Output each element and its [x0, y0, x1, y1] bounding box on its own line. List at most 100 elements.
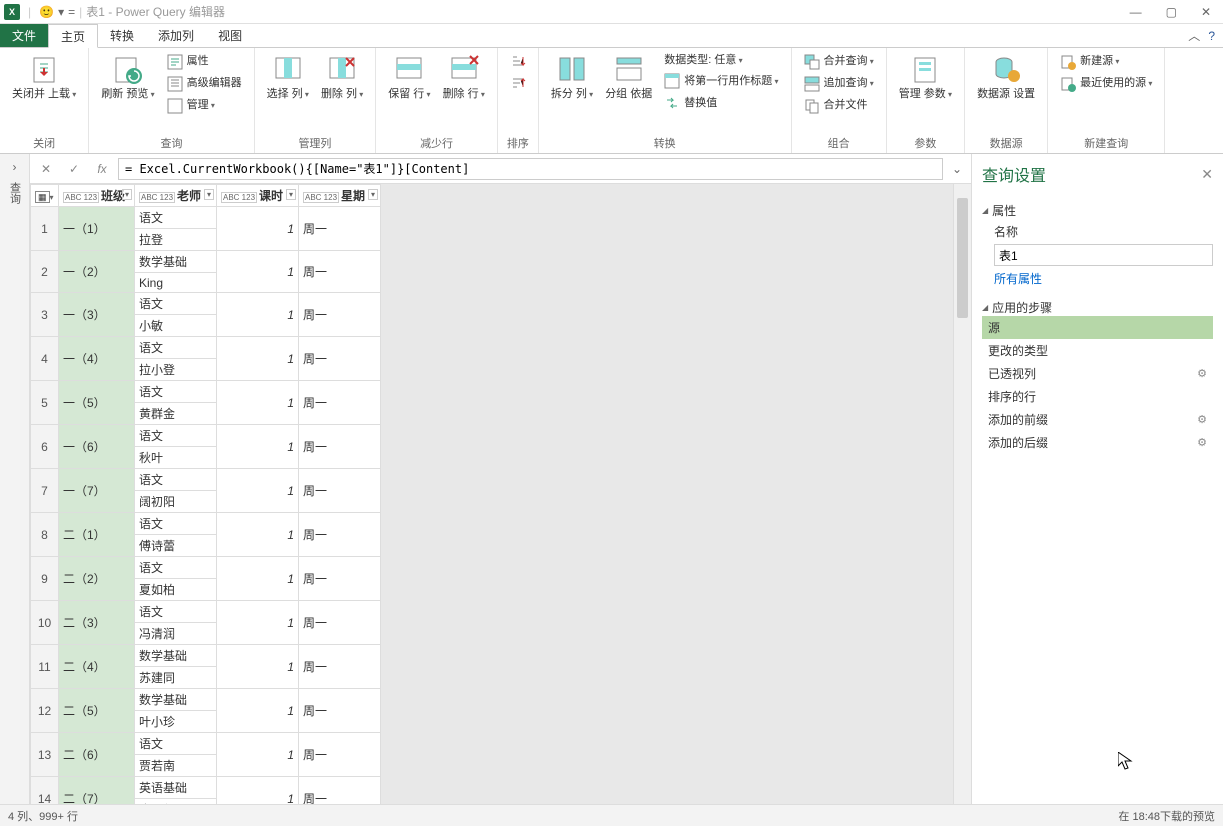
help-icon[interactable]: ?	[1208, 29, 1215, 43]
query-name-input[interactable]	[994, 244, 1213, 266]
formula-input[interactable]	[118, 158, 943, 180]
use-first-row-headers-button[interactable]: 将第一行用作标题	[660, 71, 782, 91]
formula-accept-icon[interactable]: ✓	[62, 162, 86, 176]
cell-class[interactable]: 二（7）	[59, 777, 135, 805]
combine-files-button[interactable]: 合并文件	[800, 96, 878, 116]
all-properties-link[interactable]: 所有属性	[994, 270, 1042, 287]
cell-teacher[interactable]: 秋叶	[135, 447, 217, 469]
cell-weekday[interactable]: 周一	[299, 645, 381, 689]
cell-subject[interactable]: 语文	[135, 601, 217, 623]
applied-step[interactable]: 添加的后缀⚙	[982, 431, 1213, 454]
remove-rows-button[interactable]: 删除 行	[439, 52, 489, 103]
data-type-button[interactable]: 数据类型: 任意	[660, 52, 782, 69]
new-source-button[interactable]: 新建源	[1056, 52, 1156, 72]
cell-class[interactable]: 一（3）	[59, 293, 135, 337]
choose-columns-button[interactable]: 选择 列	[263, 52, 313, 103]
cell-weekday[interactable]: 周一	[299, 601, 381, 645]
gear-icon[interactable]: ⚙	[1197, 413, 1207, 426]
cell-weekday[interactable]: 周一	[299, 469, 381, 513]
cell-teacher[interactable]: King	[135, 273, 217, 293]
cell-period[interactable]: 1	[217, 557, 299, 601]
cell-teacher[interactable]: 夏如柏	[135, 579, 217, 601]
cell-weekday[interactable]: 周一	[299, 557, 381, 601]
close-pane-icon[interactable]: ✕	[1201, 166, 1213, 183]
split-column-button[interactable]: 拆分 列	[547, 52, 597, 103]
cell-teacher[interactable]: 黄群金	[135, 403, 217, 425]
cell-subject[interactable]: 语文	[135, 557, 217, 579]
close-button[interactable]: ✕	[1201, 5, 1211, 19]
recent-sources-button[interactable]: 最近使用的源	[1056, 74, 1156, 94]
sort-asc-button[interactable]	[506, 52, 530, 72]
cell-period[interactable]: 1	[217, 337, 299, 381]
column-header-period[interactable]: ABC 123课时▾	[217, 185, 299, 207]
advanced-editor-button[interactable]: 高级编辑器	[163, 74, 246, 94]
cell-period[interactable]: 1	[217, 513, 299, 557]
table-row[interactable]: 1一（1）语文1周一	[31, 207, 381, 229]
merge-queries-button[interactable]: 合并查询	[800, 52, 878, 72]
vertical-scrollbar[interactable]	[953, 184, 971, 804]
cell-period[interactable]: 1	[217, 689, 299, 733]
cell-period[interactable]: 1	[217, 469, 299, 513]
cell-weekday[interactable]: 周一	[299, 337, 381, 381]
table-row[interactable]: 13二（6）语文1周一	[31, 733, 381, 755]
cell-period[interactable]: 1	[217, 381, 299, 425]
table-row[interactable]: 2一（2）数学基础1周一	[31, 251, 381, 273]
cell-weekday[interactable]: 周一	[299, 425, 381, 469]
cell-weekday[interactable]: 周一	[299, 293, 381, 337]
cell-class[interactable]: 一（1）	[59, 207, 135, 251]
filter-icon[interactable]: ▾	[286, 189, 296, 200]
filter-icon[interactable]: ▾	[204, 189, 214, 200]
cell-class[interactable]: 一（7）	[59, 469, 135, 513]
cell-period[interactable]: 1	[217, 293, 299, 337]
cell-weekday[interactable]: 周一	[299, 777, 381, 805]
table-row[interactable]: 4一（4）语文1周一	[31, 337, 381, 359]
maximize-button[interactable]: ▢	[1166, 5, 1177, 19]
fx-icon[interactable]: fx	[90, 162, 114, 176]
cell-subject[interactable]: 语文	[135, 513, 217, 535]
applied-step[interactable]: 更改的类型	[982, 339, 1213, 362]
scrollbar-thumb[interactable]	[957, 198, 968, 318]
cell-class[interactable]: 一（6）	[59, 425, 135, 469]
table-row[interactable]: 3一（3）语文1周一	[31, 293, 381, 315]
properties-button[interactable]: 属性	[163, 52, 246, 72]
table-row[interactable]: 5一（5）语文1周一	[31, 381, 381, 403]
table-row[interactable]: 6一（6）语文1周一	[31, 425, 381, 447]
group-by-button[interactable]: 分组 依据	[601, 52, 656, 103]
cell-subject[interactable]: 语文	[135, 733, 217, 755]
minimize-button[interactable]: —	[1130, 5, 1142, 19]
cell-class[interactable]: 一（5）	[59, 381, 135, 425]
cell-weekday[interactable]: 周一	[299, 733, 381, 777]
properties-section-header[interactable]: 属性	[982, 202, 1213, 219]
remove-columns-button[interactable]: 删除 列	[317, 52, 367, 103]
table-row[interactable]: 8二（1）语文1周一	[31, 513, 381, 535]
formula-expand-icon[interactable]: ⌄	[947, 162, 967, 176]
table-corner[interactable]: ▦▾	[31, 185, 59, 207]
cell-weekday[interactable]: 周一	[299, 251, 381, 293]
cell-period[interactable]: 1	[217, 733, 299, 777]
applied-step[interactable]: 添加的前缀⚙	[982, 408, 1213, 431]
manage-button[interactable]: 管理	[163, 96, 246, 116]
queries-pane-collapsed[interactable]: › 查询	[0, 154, 30, 804]
cell-subject[interactable]: 数学基础	[135, 645, 217, 667]
cell-period[interactable]: 1	[217, 645, 299, 689]
cell-subject[interactable]: 语文	[135, 381, 217, 403]
filter-icon[interactable]: ▾	[122, 189, 132, 200]
formula-cancel-icon[interactable]: ✕	[34, 162, 58, 176]
tab-add-column[interactable]: 添加列	[146, 24, 206, 47]
column-header-weekday[interactable]: ABC 123星期▾	[299, 185, 381, 207]
cell-period[interactable]: 1	[217, 207, 299, 251]
cell-weekday[interactable]: 周一	[299, 207, 381, 251]
column-header-class[interactable]: ABC 123班级▾	[59, 185, 135, 207]
cell-subject[interactable]: 数学基础	[135, 689, 217, 711]
cell-subject[interactable]: 语文	[135, 425, 217, 447]
cell-class[interactable]: 二（5）	[59, 689, 135, 733]
cell-teacher[interactable]: 苏建同	[135, 667, 217, 689]
cell-class[interactable]: 二（1）	[59, 513, 135, 557]
cell-teacher[interactable]: 小敏	[135, 315, 217, 337]
cell-class[interactable]: 二（3）	[59, 601, 135, 645]
append-queries-button[interactable]: 追加查询	[800, 74, 878, 94]
sort-desc-button[interactable]	[506, 74, 530, 94]
applied-step[interactable]: 已透视列⚙	[982, 362, 1213, 385]
table-row[interactable]: 7一（7）语文1周一	[31, 469, 381, 491]
tab-transform[interactable]: 转换	[98, 24, 146, 47]
